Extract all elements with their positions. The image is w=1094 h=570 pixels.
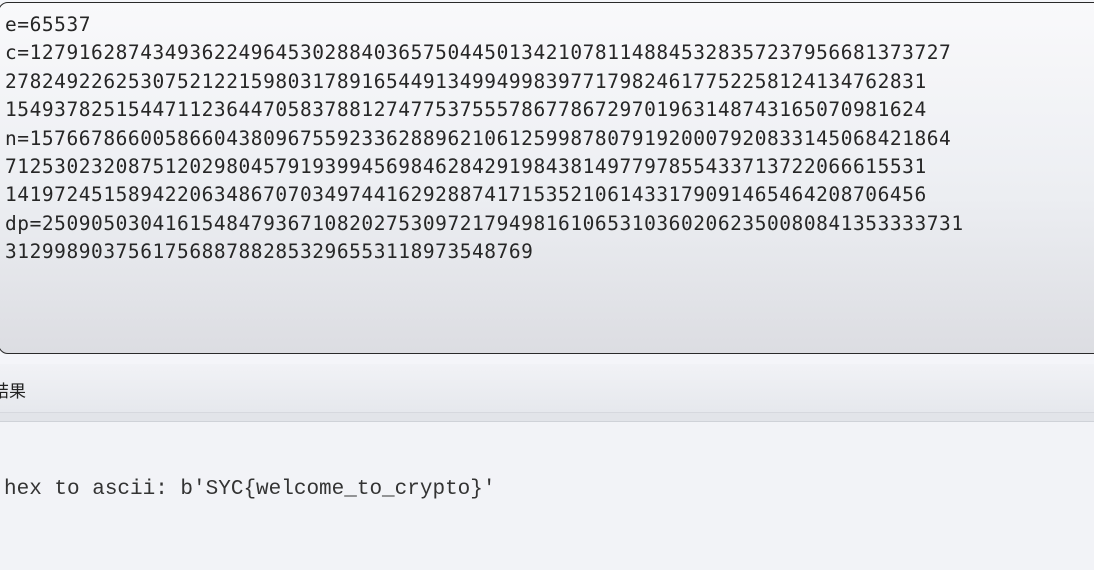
input-textarea[interactable]: e=65537 c=127916287434936224964530288403… — [0, 2, 1094, 354]
divider — [0, 413, 1094, 422]
input-line-dp-1: dp=2509050304161548479367108202753097217… — [5, 211, 964, 235]
input-line-c-3: 1549378251544711236447058378812747753755… — [5, 98, 927, 122]
result-header-label: 结果 — [0, 382, 26, 402]
result-header: 结果 — [0, 364, 1094, 413]
input-line-c-1: c=12791628743493622496453028840365750445… — [5, 41, 952, 65]
input-line-c-2: 2782492262530752122159803178916544913499… — [5, 69, 927, 93]
input-line-n-1: n=15766786600586604380967559233628896210… — [5, 126, 952, 150]
input-text[interactable]: e=65537 c=127916287434936224964530288403… — [5, 11, 964, 267]
input-line-n-3: 1419724515894220634867070349744162928874… — [5, 183, 927, 207]
result-output-text: hex to ascii: b'SYC{welcome_to_crypto}' — [4, 478, 496, 501]
input-line-e: e=65537 — [5, 13, 92, 36]
input-line-dp-2: 3129989037561756887882853296553118973548… — [5, 240, 534, 264]
input-line-n-2: 7125302320875120298045791939945698462842… — [5, 155, 927, 179]
result-output-area: hex to ascii: b'SYC{welcome_to_crypto}' — [0, 422, 1094, 570]
